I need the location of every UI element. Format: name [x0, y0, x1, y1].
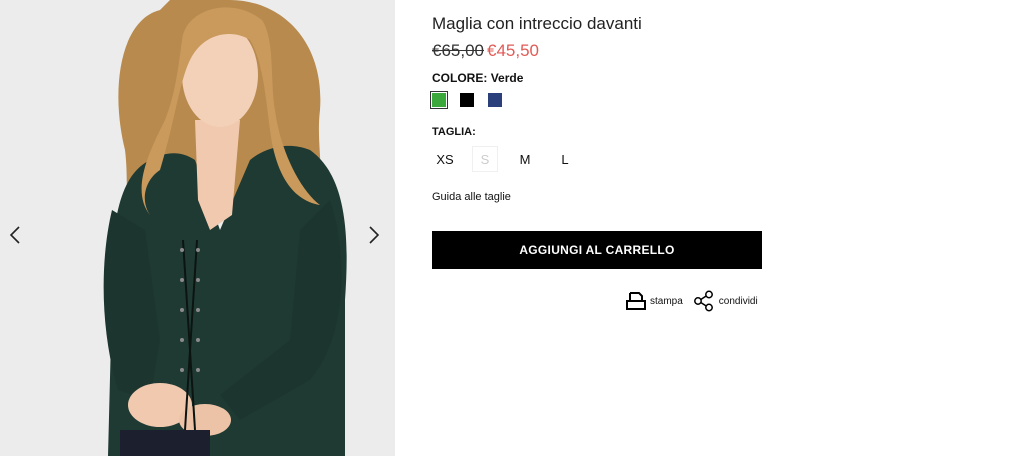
size-label: TAGLIA:	[432, 126, 476, 138]
gallery-prev-button[interactable]	[3, 222, 27, 248]
product-price: €65,00 €45,50	[432, 41, 539, 61]
size-option-m[interactable]: M	[512, 146, 538, 172]
price-new: €45,50	[487, 41, 539, 60]
add-to-cart-button[interactable]: AGGIUNGI AL CARRELLO	[432, 231, 762, 269]
share-icon	[693, 290, 713, 312]
chevron-left-icon	[9, 226, 20, 244]
product-info: Maglia con intreccio davanti €65,00 €45,5…	[430, 0, 772, 456]
product-photo	[0, 0, 395, 456]
share-label: condividi	[718, 295, 758, 307]
color-swatches	[430, 91, 502, 109]
print-icon	[626, 292, 646, 310]
share-button[interactable]: condividi	[693, 290, 758, 312]
swatch-black[interactable]	[460, 93, 474, 107]
color-label: COLORE: Verde	[432, 71, 523, 85]
print-button[interactable]: stampa	[626, 291, 683, 311]
size-option-xs[interactable]: XS	[432, 146, 458, 172]
size-option-l[interactable]: L	[552, 146, 578, 172]
swatch-blue[interactable]	[488, 93, 502, 107]
color-selected-value: Verde	[490, 71, 524, 85]
gallery-next-button[interactable]	[362, 222, 386, 248]
color-label-text: COLORE:	[432, 71, 488, 85]
swatch-green[interactable]	[430, 91, 448, 109]
size-guide-link[interactable]: Guida alle taglie	[432, 191, 511, 203]
product-actions: stampa condividi	[626, 290, 758, 312]
product-title: Maglia con intreccio davanti	[432, 14, 642, 33]
product-gallery	[0, 0, 395, 456]
chevron-right-icon	[369, 226, 380, 244]
size-option-s: S	[472, 146, 498, 172]
price-old: €65,00	[432, 41, 484, 60]
size-options: XS S M L	[432, 146, 592, 172]
print-label: stampa	[650, 295, 683, 307]
